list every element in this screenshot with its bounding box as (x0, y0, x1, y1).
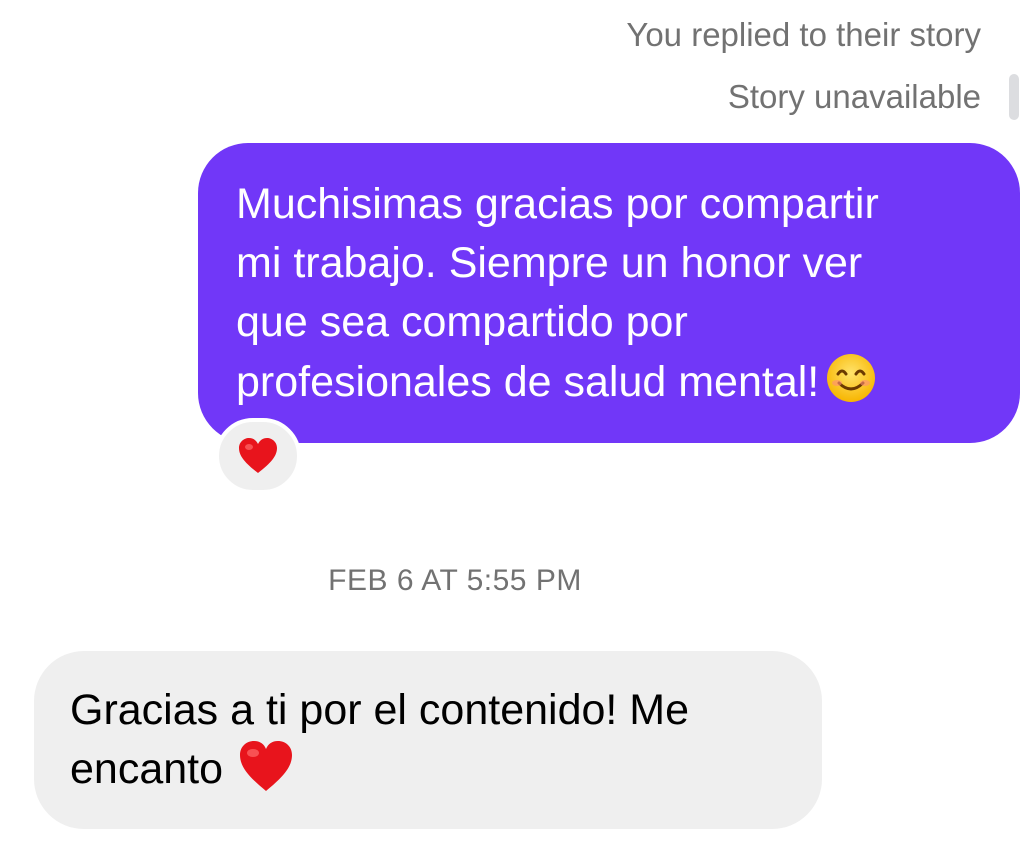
heart-reaction[interactable] (215, 418, 301, 494)
story-reply-bar (1009, 74, 1019, 120)
message-timestamp: FEB 6 AT 5:55 PM (328, 564, 582, 597)
sent-message-line-4-text: profesionales de salud mental! (236, 358, 820, 406)
received-message-line-1: Gracias a ti por el contenido! Me (70, 686, 690, 734)
story-reply-header: You replied to their story (626, 14, 981, 56)
story-reply-label: You replied to their story (626, 16, 981, 53)
received-message-bubble[interactable]: Gracias a ti por el contenido! Me encant… (34, 651, 822, 829)
received-message-line-2-text: encanto (70, 745, 224, 793)
red-heart-icon (239, 438, 277, 473)
red-heart-emoji-icon (240, 741, 293, 791)
sent-message-line-2: mi trabajo. Siempre un honor ver (236, 239, 863, 287)
sent-message-line-3: que sea compartido por (236, 298, 688, 346)
story-preview[interactable]: Story unavailable (728, 74, 1019, 120)
smiling-face-emoji-icon (827, 354, 876, 402)
sent-message-line-4: profesionales de salud mental! (236, 352, 984, 412)
sent-message-bubble[interactable]: Muchisimas gracias por compartir mi trab… (198, 143, 1020, 443)
story-unavailable-label: Story unavailable (727, 78, 981, 115)
received-message-line-2: encanto (70, 739, 788, 798)
sent-message-line-1: Muchisimas gracias por compartir (236, 180, 879, 228)
conversation-thread: You replied to their story Story unavail… (0, 0, 1025, 842)
